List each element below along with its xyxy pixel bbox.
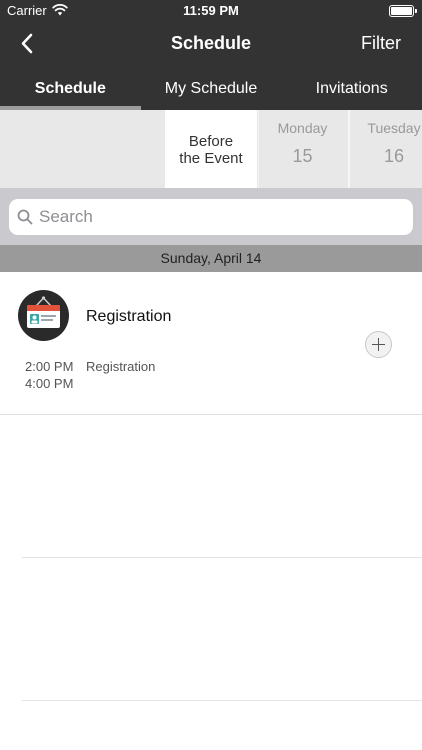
- event-row[interactable]: Registration 2:00 PM 4:00 PM Registratio…: [0, 272, 422, 415]
- day-monday[interactable]: Monday 15: [258, 110, 346, 188]
- event-start-time: 2:00 PM: [25, 359, 74, 374]
- add-to-schedule-button[interactable]: [365, 331, 392, 358]
- status-time: 11:59 PM: [183, 3, 239, 18]
- event-end-time: 4:00 PM: [25, 376, 74, 391]
- status-bar: Carrier 11:59 PM: [0, 0, 422, 22]
- day-tuesday[interactable]: Tuesday 16: [348, 110, 422, 188]
- search-input[interactable]: [39, 199, 407, 235]
- event-location: Registration: [86, 359, 156, 374]
- tab-schedule[interactable]: Schedule: [0, 66, 141, 110]
- back-button[interactable]: [14, 30, 44, 58]
- day-name: Monday: [277, 120, 328, 136]
- chevron-left-icon: [21, 33, 33, 54]
- filter-button[interactable]: Filter: [361, 33, 401, 54]
- battery-icon: [389, 5, 417, 17]
- day-selector: Before the Event Monday 15 Tuesday 16: [0, 110, 422, 188]
- list-separator: [22, 557, 422, 558]
- day-number: 15: [292, 146, 313, 166]
- search-box: [9, 199, 413, 235]
- id-badge-icon: [18, 290, 69, 341]
- navigation-bar: Schedule Filter: [0, 22, 422, 66]
- day-before-event[interactable]: Before the Event: [165, 110, 257, 188]
- day-before-line1: Before: [188, 133, 234, 150]
- date-section-header: Sunday, April 14: [0, 245, 422, 272]
- tab-bar: Schedule My Schedule Invitations: [0, 66, 422, 110]
- day-number: 16: [383, 146, 405, 166]
- tab-invitations[interactable]: Invitations: [281, 66, 422, 110]
- day-before-line2: the Event: [179, 150, 243, 167]
- day-name: Tuesday: [367, 120, 421, 136]
- page-title: Schedule: [170, 33, 252, 53]
- list-separator: [22, 700, 422, 701]
- event-title: Registration: [86, 308, 172, 325]
- tab-my-schedule[interactable]: My Schedule: [141, 66, 282, 110]
- search-icon: [17, 209, 33, 225]
- search-bar: [0, 188, 422, 245]
